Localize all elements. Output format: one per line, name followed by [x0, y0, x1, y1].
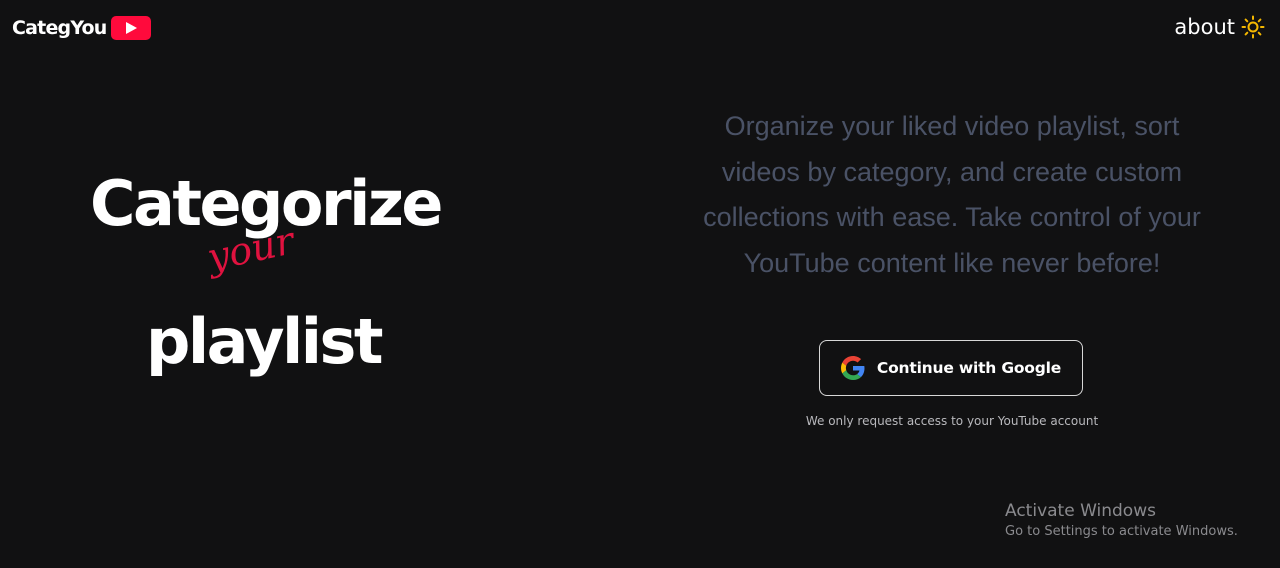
sun-icon[interactable]: [1241, 15, 1265, 39]
continue-with-google-button[interactable]: Continue with Google: [819, 340, 1083, 396]
google-g-icon: [840, 356, 865, 380]
watermark-subtitle: Go to Settings to activate Windows.: [1005, 524, 1238, 539]
youtube-play-icon: [110, 16, 151, 40]
hero-word-playlist: playlist: [146, 305, 384, 378]
watermark-title: Activate Windows: [1005, 501, 1156, 521]
access-note: We only request access to your YouTube a…: [805, 414, 1099, 428]
app-logo[interactable]: CategYou: [12, 14, 152, 42]
header-right: about: [1174, 15, 1265, 39]
landing-page: CategYou about Categorize your playlist: [0, 0, 1280, 568]
logo-text: CategYou: [12, 17, 107, 39]
windows-activation-watermark: Activate Windows Go to Settings to activ…: [1005, 500, 1238, 542]
google-button-label: Continue with Google: [876, 359, 1062, 377]
about-link[interactable]: about: [1174, 15, 1235, 39]
tagline: Organize your liked video playlist, sort…: [703, 111, 1201, 278]
